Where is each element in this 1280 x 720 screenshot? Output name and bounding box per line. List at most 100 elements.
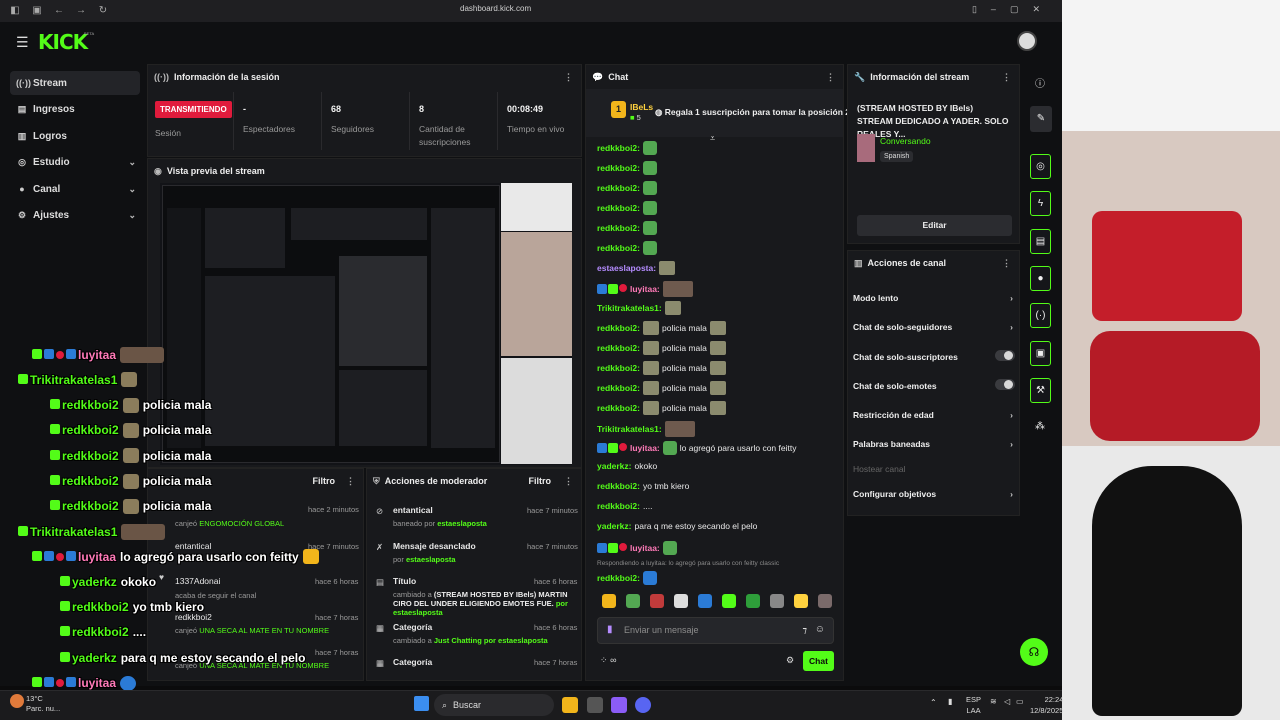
pencil-icon[interactable]: ✎: [1030, 106, 1052, 132]
chat-message[interactable]: redkkboi2: policia mala: [597, 361, 726, 375]
emote-icon[interactable]: [722, 594, 736, 608]
chat-username[interactable]: redkkboi2:: [597, 363, 640, 373]
chat-username[interactable]: redkkboi2:: [597, 143, 640, 153]
taskbar-search[interactable]: ⌕ Buscar: [434, 694, 554, 716]
chat-message[interactable]: Trikitrakatelas1:: [597, 421, 695, 437]
more-icon[interactable]: ⋮: [564, 72, 573, 83]
battery-icon[interactable]: ▭: [1016, 697, 1024, 706]
chat-message[interactable]: luyitaa:: [597, 541, 677, 555]
tray-app-icon[interactable]: ▮: [948, 697, 952, 706]
more-icon[interactable]: ⋮: [826, 72, 835, 83]
chat-message[interactable]: redkkboi2:: [597, 571, 657, 585]
subscribers-only-toggle[interactable]: [995, 350, 1015, 361]
sidebar-item-ingresos[interactable]: ▤ Ingresos: [10, 97, 140, 121]
chat-username[interactable]: redkkboi2:: [597, 203, 640, 213]
chat-username[interactable]: redkkboi2:: [597, 403, 640, 413]
sidebar-item-canal[interactable]: ● Canal ⌄: [10, 177, 140, 201]
emote-icon[interactable]: [770, 594, 784, 608]
edit-stream-button[interactable]: Editar: [857, 215, 1012, 236]
volume-icon[interactable]: ◁: [1004, 697, 1010, 706]
windows-start-icon[interactable]: [414, 696, 429, 711]
age-restriction-row[interactable]: Restricción de edad ›: [853, 410, 1015, 420]
weather-icon[interactable]: [10, 694, 24, 708]
app-icon[interactable]: [587, 697, 603, 713]
system-clock[interactable]: 22:24 12/8/2025: [1030, 694, 1063, 716]
chat-username[interactable]: luyitaa:: [630, 443, 660, 453]
more-icon[interactable]: ⋮: [346, 476, 355, 487]
broadcast-icon[interactable]: (·): [1030, 303, 1051, 328]
apps-icon[interactable]: ⁂: [1035, 421, 1045, 432]
lightning-icon[interactable]: ϟ: [1030, 191, 1051, 216]
filter-button[interactable]: Filtro: [529, 476, 552, 486]
chat-message[interactable]: redkkboi2:: [597, 141, 657, 155]
app-icon[interactable]: [611, 697, 627, 713]
filter-button[interactable]: Filtro: [313, 476, 336, 486]
goals-row[interactable]: Configurar objetivos ›: [853, 489, 1015, 499]
chat-username[interactable]: redkkboi2:: [597, 223, 640, 233]
chat-message[interactable]: Trikitrakatelas1:: [597, 301, 681, 315]
chat-message[interactable]: estaeslaposta:: [597, 261, 676, 275]
chat-username[interactable]: redkkboi2:: [597, 343, 640, 353]
file-explorer-icon[interactable]: [562, 697, 578, 713]
chat-message[interactable]: yaderkz: para q me estoy secando el pelo: [597, 521, 757, 531]
window-controls[interactable]: ▯–▢✕: [972, 4, 1054, 15]
info-icon[interactable]: ⓘ: [1035, 75, 1045, 90]
chat-username[interactable]: luyitaa:: [630, 543, 660, 553]
chat-username[interactable]: yaderkz:: [597, 461, 632, 471]
chat-message[interactable]: yaderkz: okoko: [597, 461, 657, 471]
chat-username[interactable]: redkkboi2:: [597, 383, 640, 393]
emote-icon[interactable]: [602, 594, 616, 608]
gift-prompt[interactable]: ◍ Regala 1 suscripción para tomar la pos…: [655, 107, 850, 118]
chat-message[interactable]: redkkboi2: yo tmb kiero: [597, 481, 689, 491]
emoji-icon[interactable]: ☺: [815, 624, 825, 635]
kick-logo[interactable]: KICK: [38, 30, 88, 54]
wifi-icon[interactable]: ≋: [990, 697, 997, 706]
chat-bubble-icon[interactable]: ●: [1030, 266, 1051, 291]
pinned-toggle-icon[interactable]: ⩡: [710, 133, 715, 144]
chat-message[interactable]: luyitaa: lo agregó para usarlo con feitty: [597, 441, 796, 455]
weather-widget[interactable]: 13°C Parc. nu...: [26, 694, 60, 714]
document-icon[interactable]: ▤: [1030, 229, 1051, 254]
chat-message[interactable]: redkkboi2:: [597, 161, 657, 175]
target-icon[interactable]: ◎: [1030, 154, 1051, 179]
chat-message[interactable]: luyitaa:: [597, 281, 693, 297]
input-language[interactable]: ESP LAA: [966, 694, 981, 716]
tray-chevron-icon[interactable]: ⌃: [930, 698, 937, 707]
sidebar-item-stream[interactable]: ((·)) Stream: [10, 71, 140, 95]
sidebar-item-estudio[interactable]: ◎ Estudio ⌄: [10, 150, 140, 174]
menu-icon[interactable]: ☰: [16, 34, 29, 51]
chat-input-box[interactable]: ▮ ⁊ ☺: [597, 617, 834, 644]
avatar[interactable]: [1017, 31, 1037, 51]
discord-icon[interactable]: [635, 697, 651, 713]
chat-username[interactable]: Trikitrakatelas1:: [597, 424, 662, 434]
chat-message[interactable]: redkkboi2:: [597, 201, 657, 215]
emote-icon[interactable]: [626, 594, 640, 608]
emote-icon[interactable]: [746, 594, 760, 608]
reload-icon[interactable]: ↻: [96, 4, 110, 18]
microphone-icon[interactable]: ▮: [607, 624, 613, 635]
back-icon[interactable]: ←: [52, 4, 66, 18]
chat-message[interactable]: redkkboi2: policia mala: [597, 401, 726, 415]
banned-words-row[interactable]: Palabras baneadas ›: [853, 439, 1015, 449]
chat-message[interactable]: redkkboi2: policia mala: [597, 381, 726, 395]
chat-username[interactable]: Trikitrakatelas1:: [597, 303, 662, 313]
followers-only-row[interactable]: Chat de solo-seguidores ›: [853, 322, 1015, 332]
send-chat-button[interactable]: Chat: [803, 651, 834, 671]
chat-username[interactable]: redkkboi2:: [597, 183, 640, 193]
chat-settings-icon[interactable]: ⚙: [786, 655, 794, 666]
more-icon[interactable]: ⋮: [564, 476, 573, 487]
chat-username[interactable]: redkkboi2:: [597, 243, 640, 253]
event-name[interactable]: 1337Adonai: [175, 576, 220, 586]
chat-message[interactable]: redkkboi2:: [597, 181, 657, 195]
emote-icon[interactable]: [794, 594, 808, 608]
chat-username[interactable]: redkkboi2:: [597, 481, 640, 491]
more-icon[interactable]: ⋮: [1002, 258, 1011, 269]
chat-message[interactable]: redkkboi2: policia mala: [597, 321, 726, 335]
sidebar-item-ajustes[interactable]: ⚙ Ajustes ⌄: [10, 203, 140, 227]
chat-username[interactable]: redkkboi2:: [597, 323, 640, 333]
more-icon[interactable]: ⋮: [1002, 72, 1011, 83]
chat-username[interactable]: redkkboi2:: [597, 501, 640, 511]
category-link[interactable]: Conversando: [880, 136, 931, 146]
chat-username[interactable]: yaderkz:: [597, 521, 632, 531]
emotes-only-toggle[interactable]: [995, 379, 1015, 390]
